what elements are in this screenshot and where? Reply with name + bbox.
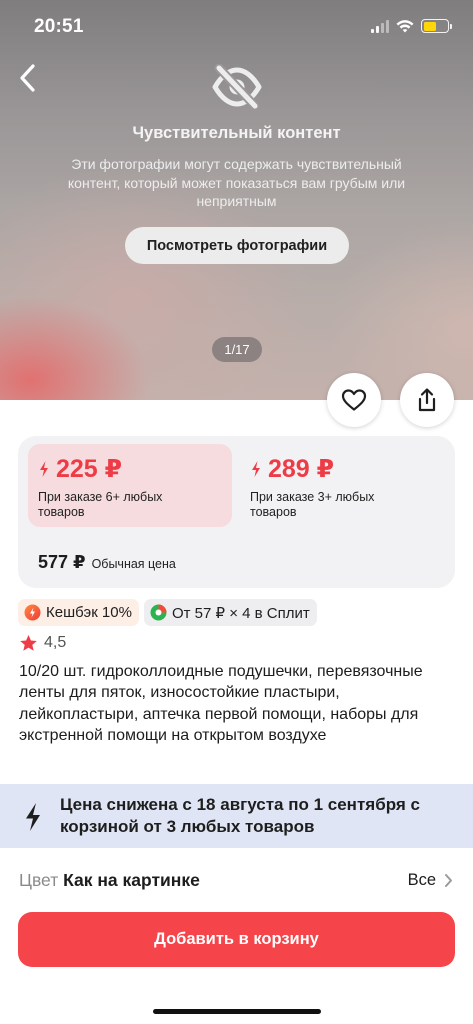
- tier-condition: При заказе 3+ любых товаров: [250, 490, 375, 519]
- tier-condition: При заказе 6+ любых товаров: [38, 490, 163, 519]
- product-title: 10/20 шт. гидроколлоидные подушечки, пер…: [19, 663, 423, 744]
- gallery-page-counter: 1/17: [212, 337, 262, 362]
- tier-price: 225 ₽: [38, 454, 232, 484]
- status-bar: 20:51: [0, 0, 473, 56]
- split-badge[interactable]: От 57 ₽ × 4 в Сплит: [143, 599, 317, 626]
- rating-value: 4,5: [44, 634, 67, 651]
- promo-text: Цена снижена с 18 августа по 1 сентября …: [60, 795, 420, 836]
- regular-price-label: Обычная цена: [91, 557, 176, 571]
- sensitive-title: Чувствительный контент: [132, 124, 341, 142]
- color-selector[interactable]: Цвет Как на картинке Все: [0, 860, 473, 902]
- split-label: От 57 ₽ × 4 в Сплит: [171, 604, 310, 622]
- status-time: 20:51: [34, 16, 84, 37]
- promo-banner[interactable]: Цена снижена с 18 августа по 1 сентября …: [0, 784, 473, 848]
- heart-icon: [341, 389, 367, 411]
- eye-slash-icon: [212, 64, 261, 110]
- price-tier-6plus[interactable]: 225 ₽ При заказе 6+ любых товаров: [28, 444, 232, 527]
- offer-badges: Кешбэк 10% От 57 ₽ × 4 в Сплит: [18, 599, 317, 626]
- star-icon: [20, 635, 37, 651]
- add-to-cart-button[interactable]: Добавить в корзину: [18, 912, 455, 967]
- cashback-icon: [24, 604, 41, 621]
- all-colors-label: Все: [407, 871, 436, 889]
- price-tier-3plus[interactable]: 289 ₽ При заказе 3+ любых товаров: [240, 444, 444, 527]
- share-button[interactable]: [400, 373, 454, 427]
- rating[interactable]: 4,5: [19, 634, 66, 652]
- cashback-badge[interactable]: Кешбэк 10%: [18, 599, 139, 626]
- cellular-signal-icon: [371, 19, 389, 33]
- all-colors-link[interactable]: Все: [408, 871, 453, 890]
- lightning-icon: [40, 461, 48, 477]
- tier-price-value: 289 ₽: [268, 455, 335, 483]
- lightning-icon: [252, 461, 260, 477]
- view-photos-button[interactable]: Посмотреть фотографии: [125, 227, 349, 264]
- favorite-button[interactable]: [327, 373, 381, 427]
- regular-price: 577 ₽ Обычная цена: [38, 552, 176, 573]
- tier-price-value: 225 ₽: [56, 455, 123, 483]
- share-icon: [418, 388, 436, 412]
- battery-level: [423, 21, 437, 31]
- cashback-label: Кешбэк 10%: [46, 604, 132, 621]
- color-value: Как на картинке: [63, 870, 200, 890]
- regular-price-value: 577 ₽: [38, 552, 86, 572]
- chevron-right-icon: [445, 874, 452, 887]
- battery-icon: [421, 19, 452, 33]
- split-icon: [150, 604, 167, 621]
- status-icons: [371, 19, 452, 33]
- sensitive-content-notice: Чувствительный контент Эти фотографии мо…: [0, 64, 473, 211]
- home-indicator: [153, 1009, 321, 1014]
- lightning-icon: [26, 803, 40, 831]
- price-tiers-panel: 225 ₽ При заказе 6+ любых товаров 289 ₽ …: [18, 436, 455, 588]
- product-gallery[interactable]: 20:51 Чувствительный контент Эти фотогра…: [0, 0, 473, 427]
- tier-price: 289 ₽: [250, 454, 444, 484]
- wifi-icon: [396, 19, 414, 32]
- sensitive-description: Эти фотографии могут содержать чувствите…: [67, 156, 406, 209]
- color-label: Цвет Как на картинке: [19, 870, 200, 891]
- color-label-text: Цвет: [19, 870, 59, 890]
